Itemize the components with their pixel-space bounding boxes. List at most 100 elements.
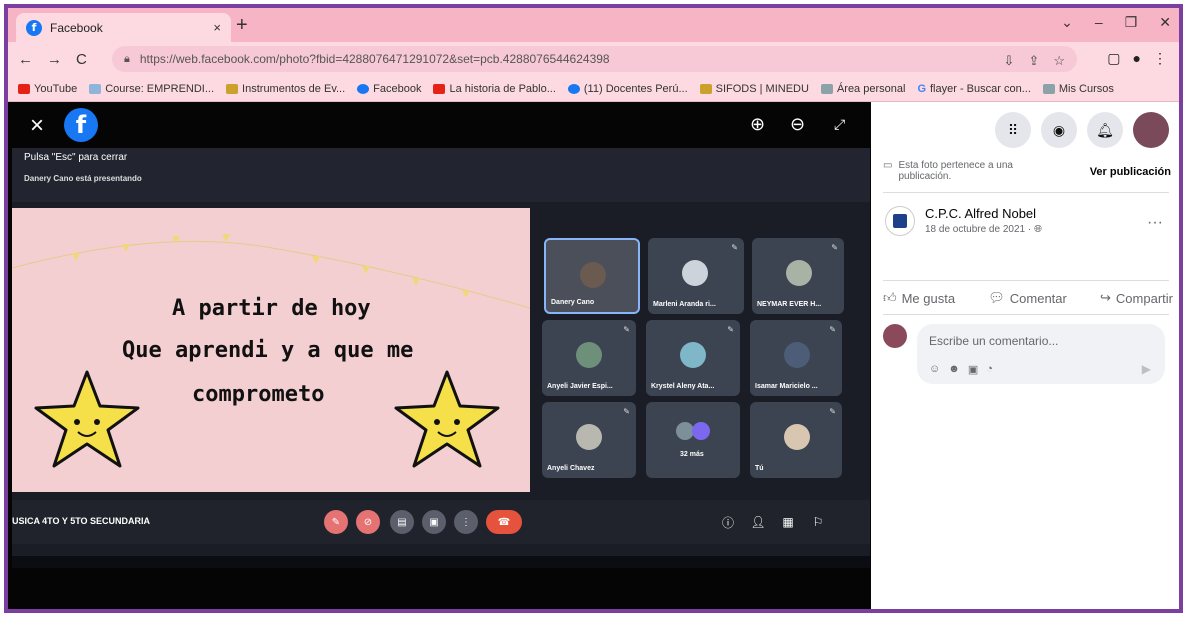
bookmark-item[interactable]: Mis Cursos [1042,83,1114,95]
view-post-link[interactable]: Ver publicación [1090,166,1171,182]
menu-icon[interactable]: ⋮ [1153,50,1167,67]
post-note-icon: ▭ [883,160,893,171]
comment-button[interactable]: 💬︎ Comentar [988,290,1067,306]
address-bar[interactable]: 🔒︎ https://web.facebook.com/photo?fbid=4… [112,46,1077,72]
photo-image: Pulsa "Esc" para cerrar Danery Cano está… [12,148,870,568]
camera-toggle-icon: ⊘ [356,510,380,534]
tab-title: Facebook [50,20,103,35]
participant-name: Isamar Maricielo ... [755,383,818,390]
avatar-sticker-icon[interactable]: ☺ [929,363,940,376]
lock-icon[interactable]: 🔒︎ [124,53,130,66]
bookmark-item[interactable]: (11) Docentes Perú... [567,83,688,95]
course-icon [89,83,102,94]
participant-name: Anyeli Javier Espi... [547,383,613,390]
close-viewer-button[interactable]: × [30,112,44,140]
bookmarks-bar: YouTube Course: EMPRENDI... Instrumentos… [8,76,1179,102]
close-window-button[interactable]: ✕ [1159,14,1171,31]
bookmark-star-icon[interactable]: ☆ [1053,53,1065,69]
share-button[interactable]: ↪ Compartir [1100,290,1173,306]
url-text: https://web.facebook.com/photo?fbid=4288… [139,52,610,66]
globe-icon: 🌐︎ [1033,224,1042,235]
mic-off-icon: ✎ [623,325,630,334]
participant-avatar [680,342,706,368]
author-avatar[interactable] [885,206,915,236]
bookmark-item[interactable]: Área personal [820,83,905,95]
bookmark-item[interactable]: SIFODS | MINEDU [699,83,809,95]
back-button[interactable]: ← [18,51,33,68]
fullscreen-button[interactable]: ⤢ [834,116,845,133]
gif-icon[interactable]: ▣ [968,363,978,376]
profile-icon[interactable]: ● [1133,50,1141,67]
bookmark-item[interactable]: Course: EMPRENDI... [89,83,214,95]
facebook-icon [357,83,370,94]
tab-close-icon[interactable]: × [213,20,221,35]
bookmark-item[interactable]: Facebook [357,83,421,95]
install-icon[interactable]: ⇩ [1004,53,1015,69]
windows-taskbar [12,556,870,568]
presentation-slide: A partir de hoy Que aprendi y a que me c… [12,208,530,492]
participant-tile: ✎ Tú [750,402,842,478]
forward-button[interactable]: → [47,51,62,68]
minimize-button[interactable]: – [1095,14,1103,31]
like-icon: 👍︎ [883,290,897,305]
sifods-icon [226,83,239,94]
mic-off-icon: ✎ [731,243,738,252]
post-note: ▭ Esta foto pertenece a una publicación.… [883,160,1171,182]
post-note-text: Esta foto pertenece a una publicación. [898,160,1013,182]
emoji-icon[interactable]: ☻ [948,363,960,376]
mic-off-icon: ✎ [829,325,836,334]
post-date[interactable]: 18 de octubre de 2021 · 🌐︎ [925,224,1042,235]
facebook-favicon-icon: f [26,19,42,36]
participant-tile: ✎ Isamar Maricielo ... [750,320,842,396]
comment-composer: Escribe un comentario... ☺ ☻ ▣ ◔ ▶ [883,324,1165,384]
tab-search-icon[interactable]: ⌄ [1061,14,1073,31]
more-options-button[interactable]: ··· [1147,214,1163,232]
sidepanel-icon[interactable]: ▢ [1107,50,1120,67]
bookmark-item[interactable]: Instrumentos de Ev... [226,83,345,95]
author-name[interactable]: C.P.C. Alfred Nobel [925,206,1042,221]
smiling-star-left-icon [34,370,140,468]
browser-tab-bar: f Facebook × + ⌄ – ❐ ✕ [8,8,1179,42]
mic-off-icon: ✎ [831,243,838,252]
moodle-icon [1042,83,1055,94]
participant-tile: Danery Cano [544,238,640,314]
mic-off-icon: ✎ [727,325,734,334]
send-icon[interactable]: ▶ [1142,362,1151,376]
reload-button[interactable]: C [76,51,87,68]
participant-avatar [682,260,708,286]
bookmark-item[interactable]: Gflayer - Buscar con... [917,83,1030,95]
presenting-label: Danery Cano está presentando [24,174,142,183]
facebook-logo-icon[interactable]: f [64,108,98,142]
notifications-bell-icon[interactable]: 🔔︎ [1087,112,1123,148]
messenger-icon[interactable]: ◉ [1041,112,1077,148]
school-logo-icon [893,214,907,228]
participant-name: NEYMAR EVER H... [757,301,822,308]
bookmark-item[interactable]: La historia de Pablo... [433,83,556,95]
moodle-icon [820,83,833,94]
divider [883,280,1169,281]
participant-avatar [786,260,812,286]
zoom-in-button[interactable]: ⊕ [750,114,765,135]
meet-top-strip: Pulsa "Esc" para cerrar Danery Cano está… [12,148,870,202]
share-icon[interactable]: ⇪ [1028,53,1039,69]
photo-viewer: × f ⊕ ⊖ ⤢ Pulsa "Esc" para cerrar Danery… [8,102,871,609]
window-controls: ⌄ – ❐ ✕ [1061,14,1171,31]
account-avatar[interactable] [1133,112,1169,148]
menu-grid-icon[interactable]: ⠿ [995,112,1031,148]
participant-avatar [580,262,606,288]
browser-tab[interactable]: f Facebook × [16,13,231,42]
comment-placeholder: Escribe un comentario... [929,334,1059,348]
new-tab-button[interactable]: + [236,14,248,37]
zoom-out-button[interactable]: ⊖ [790,114,805,135]
mic-toggle-icon: ✎ [324,510,348,534]
restore-button[interactable]: ❐ [1125,14,1138,31]
comment-input[interactable]: Escribe un comentario... ☺ ☻ ▣ ◔ ▶ [917,324,1165,384]
sticker-icon[interactable]: ◔ [986,363,993,376]
participant-name: Anyeli Chavez [547,465,595,472]
captions-icon: ▤ [390,510,414,534]
screenshot-frame: f Facebook × + ⌄ – ❐ ✕ ← → C 🔒︎ https://… [4,4,1183,613]
divider [883,314,1169,315]
bookmark-item[interactable]: YouTube [18,83,77,95]
like-button[interactable]: 👍︎ Me gusta [883,290,955,306]
participant-avatar [692,422,710,440]
